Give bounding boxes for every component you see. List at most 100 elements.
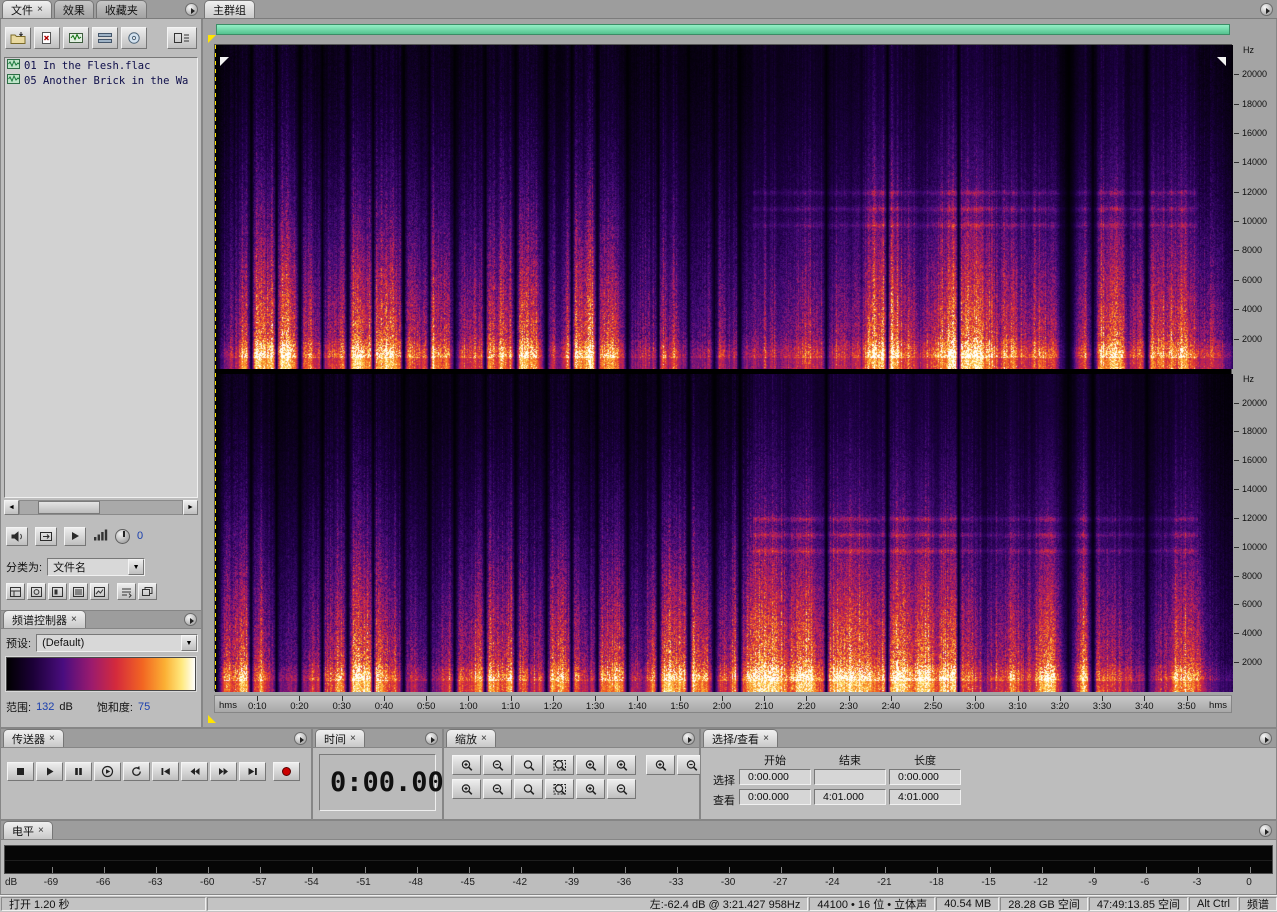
close-file-button[interactable] [34,27,60,49]
scrollbar-track[interactable] [19,500,183,515]
tab-transport[interactable]: 传送器 × [3,729,64,747]
files-advanced-options-button[interactable] [167,27,197,49]
play-button[interactable] [36,762,63,781]
tab-spectral-controls[interactable]: 频谱控制器 × [3,610,86,628]
panel-menu-icon[interactable] [1259,824,1272,837]
preview-mute-button[interactable] [6,526,28,546]
zoom-to-selection-button[interactable] [545,755,574,775]
scrollbar-thumb[interactable] [38,501,100,514]
close-icon[interactable]: × [37,4,43,15]
sort-select[interactable]: 文件名 ▼ [47,558,146,576]
tab-levels[interactable]: 电平 × [3,821,53,839]
panel-menu-icon[interactable] [184,613,197,626]
stop-button[interactable] [7,762,34,781]
insert-into-multitrack-button[interactable] [92,27,118,49]
playhead-cursor[interactable] [215,45,216,692]
zoom-selection-button[interactable] [545,779,574,799]
view-toggle-button-1[interactable] [6,583,25,600]
scroll-right-arrow-icon[interactable]: ► [183,500,198,515]
spectrogram-channel-left[interactable] [215,45,1233,369]
horizontal-range-bar[interactable] [216,24,1230,35]
zoom-in-vertical-button[interactable] [646,755,675,775]
close-icon[interactable]: × [350,733,356,744]
tab-files[interactable]: 文件 × [2,0,52,18]
go-to-end-button[interactable] [239,762,266,781]
preview-play-button[interactable] [64,526,86,546]
zoom-reset-button[interactable] [514,779,543,799]
view-toggle-button-7[interactable] [138,583,157,600]
panel-menu-icon[interactable] [1259,732,1272,745]
fast-forward-button[interactable] [210,762,237,781]
chevron-down-icon[interactable]: ▼ [181,635,197,651]
panel-menu-icon[interactable] [425,732,438,745]
close-icon[interactable]: × [481,733,487,744]
spectral-color-gradient[interactable] [5,656,197,692]
view-end-field[interactable]: 4:01.000 [814,789,886,805]
insert-into-cd-button[interactable] [121,27,147,49]
tab-effects[interactable]: 效果 [53,0,94,18]
play-looped-button[interactable] [123,762,150,781]
close-icon[interactable]: × [49,733,55,744]
go-to-beginning-button[interactable] [152,762,179,781]
selection-handle-bottom[interactable] [208,715,216,723]
saturation-value[interactable]: 75 [138,701,150,713]
zoom-full-button[interactable] [514,755,543,775]
range-value[interactable]: 132 [36,701,54,713]
preset-select[interactable]: (Default) ▼ [36,634,198,652]
close-icon[interactable]: × [763,733,769,744]
preview-volume-knob[interactable] [115,528,130,544]
timeline-ruler[interactable]: hms hms 0:10 0:20 0:30 0:40 0:50 1:00 1:10 1:20 1:… [214,695,1232,713]
panel-menu-icon[interactable] [682,732,695,745]
rewind-button[interactable] [181,762,208,781]
selection-handle-top[interactable] [208,35,216,43]
tab-zoom[interactable]: 缩放 × [446,729,496,747]
frequency-ruler[interactable]: Hz 20000 18000 16000 14000 12000 10000 8000 6000… [1234,44,1277,691]
close-icon[interactable]: × [71,614,77,625]
file-list-item[interactable]: 05 Another Brick in the Wa [5,73,197,88]
import-file-button[interactable] [5,27,31,49]
zoom-way-in-button[interactable] [452,779,481,799]
level-meter[interactable] [4,845,1273,874]
zoom-in-left-edge-button[interactable] [576,755,605,775]
selection-start-field[interactable]: 0:00.000 [739,769,811,785]
scroll-left-arrow-icon[interactable]: ◄ [4,500,19,515]
play-from-cursor-button[interactable] [94,762,121,781]
close-icon[interactable]: × [38,825,44,836]
zoom-out-horizontal-button[interactable] [483,755,512,775]
file-list-item[interactable]: 01 In the Flesh.flac [5,58,197,73]
tab-favorites[interactable]: 收藏夹 [95,0,147,18]
selection-end-field[interactable] [814,769,886,785]
preview-loop-button[interactable] [35,526,57,546]
tab-selection-view[interactable]: 选择/查看 × [703,729,778,747]
level-meter-tick [260,867,262,873]
zoom-in-right-edge-button[interactable] [607,755,636,775]
view-toggle-button-5[interactable] [90,583,109,600]
panel-menu-icon[interactable] [185,3,198,16]
panel-menu-icon[interactable] [1260,3,1273,16]
spectrogram-channel-right[interactable] [215,374,1233,692]
chevron-down-icon[interactable]: ▼ [128,559,145,575]
zoom-in-amplitude-button[interactable] [576,779,605,799]
zoom-in-horizontal-button[interactable] [452,755,481,775]
view-toggle-button-6[interactable] [117,583,136,600]
spectrogram-display[interactable] [214,44,1233,692]
options-icon [174,33,189,43]
zoom-way-out-button[interactable] [483,779,512,799]
file-list-horizontal-scrollbar[interactable]: ◄ ► [4,500,198,515]
view-toggle-button-4[interactable] [69,583,88,600]
zoom-out-amplitude-button[interactable] [607,779,636,799]
selection-length-field[interactable]: 0:00.000 [889,769,961,785]
tab-main-group[interactable]: 主群组 [204,0,255,18]
selection-view-tab-strip: 选择/查看 × [701,729,1276,748]
view-toggle-button-2[interactable] [27,583,46,600]
view-toggle-button-3[interactable] [48,583,67,600]
timeline-tick-label: 3:50 [1177,701,1196,712]
panel-menu-icon[interactable] [294,732,307,745]
view-length-field[interactable]: 4:01.000 [889,789,961,805]
view-start-field[interactable]: 0:00.000 [739,789,811,805]
tab-time[interactable]: 时间 × [315,729,365,747]
pause-button[interactable] [65,762,92,781]
record-button[interactable] [273,762,300,781]
edit-file-button[interactable] [63,27,89,49]
level-scale-label: -60 [200,877,215,888]
